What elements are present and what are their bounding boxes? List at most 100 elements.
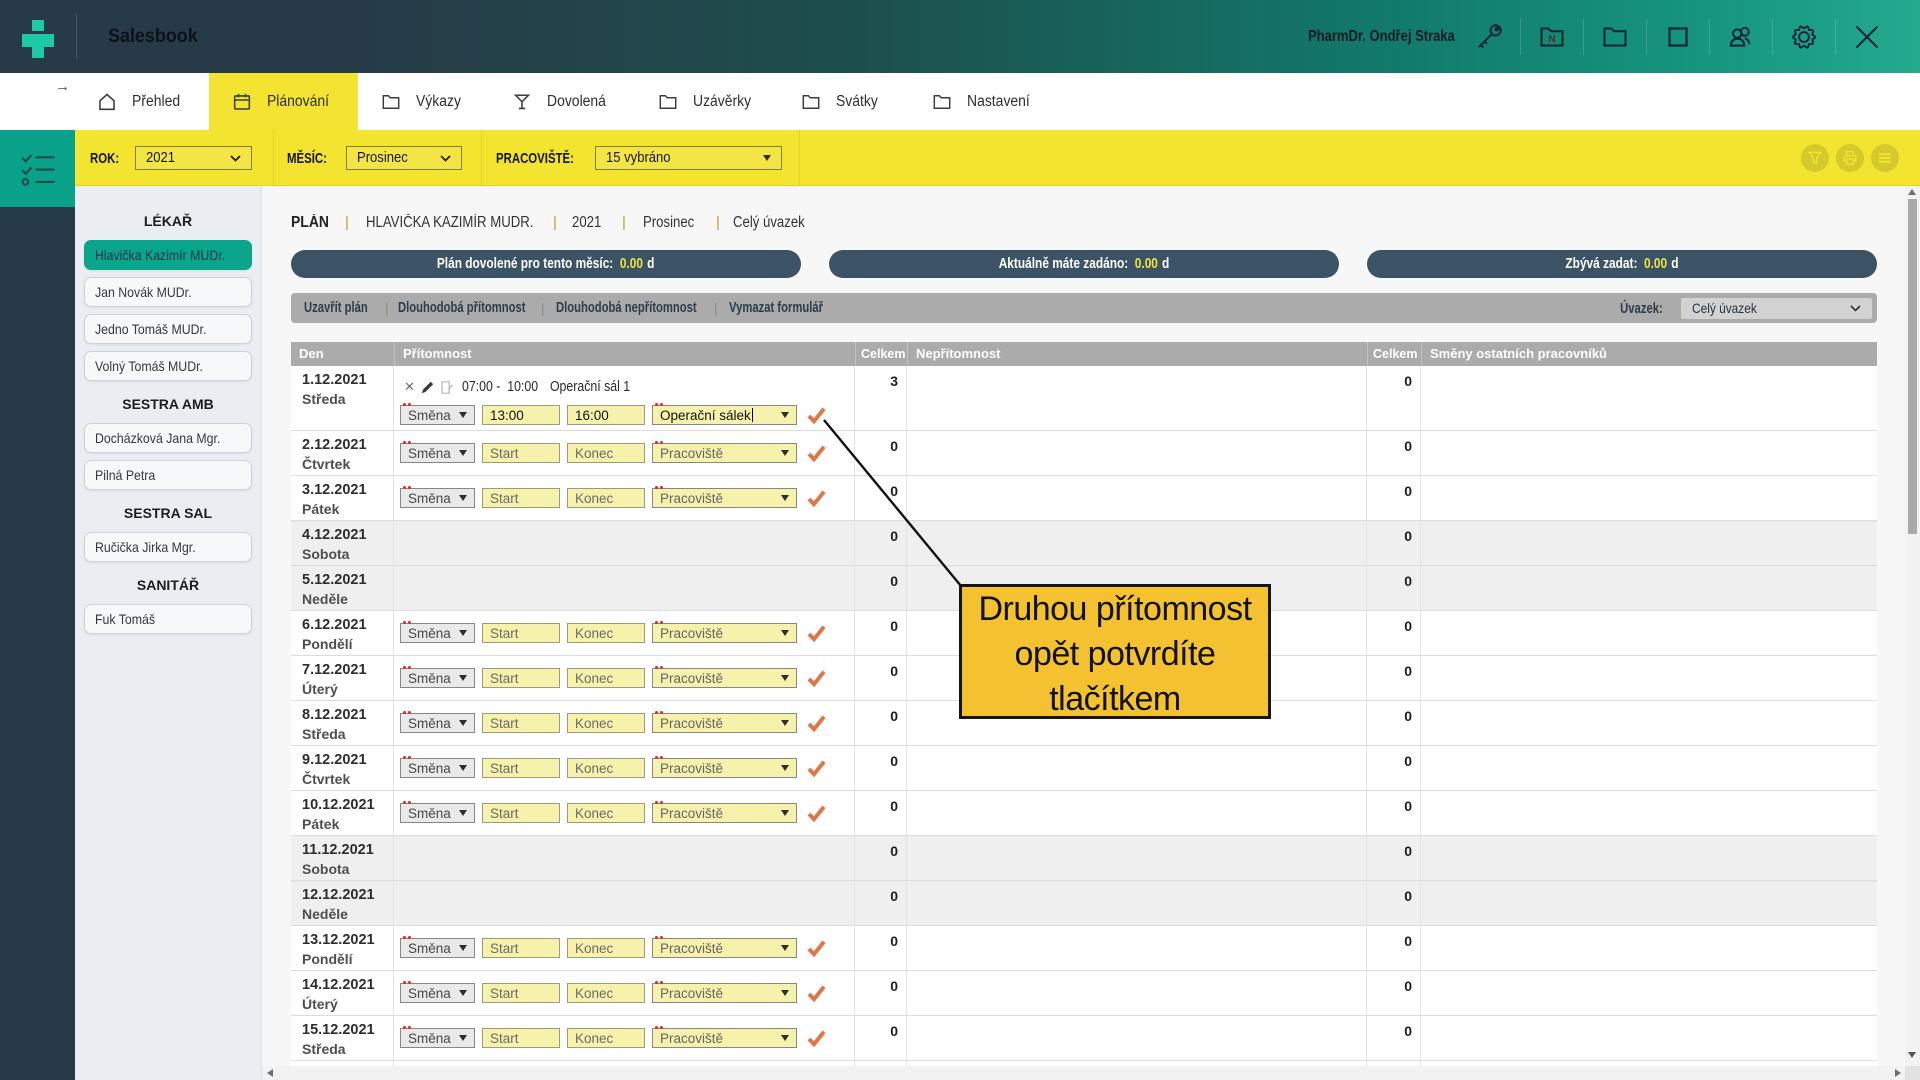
- tab-prehled[interactable]: Přehled: [80, 73, 201, 130]
- staff-item[interactable]: Jan Novák MUDr.: [84, 277, 252, 307]
- workplace-form-select[interactable]: Pracoviště: [652, 441, 797, 463]
- confirm-check-button[interactable]: [806, 624, 827, 643]
- delete-entry-icon[interactable]: ✕: [404, 377, 415, 397]
- workplace-form-select[interactable]: Pracoviště: [652, 666, 797, 688]
- shift-type-select[interactable]: Směna: [400, 666, 475, 688]
- end-time-input[interactable]: Konec: [567, 803, 645, 823]
- toolbar-action[interactable]: Dlouhodobá nepřítomnost: [556, 293, 697, 323]
- tab-svatky[interactable]: Svátky: [780, 73, 903, 130]
- workplace-form-select[interactable]: Pracoviště: [652, 801, 797, 823]
- end-time-input[interactable]: Konec: [567, 938, 645, 958]
- workplace-form-select[interactable]: Pracoviště: [652, 981, 797, 1003]
- end-time-input[interactable]: Konec: [567, 668, 645, 688]
- sidebar-toggle-button[interactable]: [0, 130, 75, 207]
- shift-type-select[interactable]: Směna: [400, 756, 475, 778]
- confirm-check-button[interactable]: [806, 444, 827, 463]
- folder-n-icon[interactable]: N: [1537, 22, 1567, 52]
- start-time-input[interactable]: Start: [482, 668, 560, 688]
- toolbar-action[interactable]: Dlouhodobá přítomnost: [398, 293, 525, 323]
- year-select[interactable]: 2021: [135, 146, 252, 170]
- key-icon[interactable]: [1474, 22, 1504, 52]
- horizontal-scrollbar[interactable]: [262, 1066, 1905, 1080]
- start-time-input[interactable]: Start: [482, 803, 560, 823]
- user-name[interactable]: PharmDr. Ondřej Straka: [1308, 28, 1455, 46]
- staff-item[interactable]: Jedno Tomáš MUDr.: [84, 314, 252, 344]
- folder-icon[interactable]: [1600, 22, 1630, 52]
- workplace-form-select[interactable]: Operační sálek: [652, 403, 797, 425]
- maximize-icon[interactable]: [1663, 22, 1693, 52]
- end-time-input[interactable]: Konec: [567, 623, 645, 643]
- breadcrumb-item[interactable]: Celý úvazek: [733, 214, 805, 232]
- workplace-form-select[interactable]: Pracoviště: [652, 486, 797, 508]
- start-time-input[interactable]: 13:00: [482, 405, 560, 425]
- start-time-input[interactable]: Start: [482, 938, 560, 958]
- staff-item[interactable]: Docházková Jana Mgr.: [84, 423, 252, 453]
- end-time-input[interactable]: Konec: [567, 488, 645, 508]
- confirm-check-button[interactable]: [806, 804, 827, 823]
- shift-type-select[interactable]: Směna: [400, 621, 475, 643]
- end-time-input[interactable]: Konec: [567, 443, 645, 463]
- shift-type-select[interactable]: Směna: [400, 441, 475, 463]
- vertical-scrollbar-thumb[interactable]: [1908, 199, 1917, 534]
- confirm-check-button[interactable]: [806, 489, 827, 508]
- staff-item[interactable]: Ručička Jirka Mgr.: [84, 532, 252, 562]
- end-time-input[interactable]: 16:00: [567, 405, 645, 425]
- confirm-check-button[interactable]: [806, 669, 827, 688]
- end-time-input[interactable]: Konec: [567, 713, 645, 733]
- workplace-form-select[interactable]: Pracoviště: [652, 936, 797, 958]
- toolbar-action[interactable]: Uzavřít plán: [304, 293, 368, 323]
- copy-entry-icon[interactable]: [439, 380, 454, 395]
- confirm-check-button[interactable]: [806, 984, 827, 1003]
- scroll-left-arrow-icon[interactable]: [267, 1069, 273, 1077]
- uvazek-select[interactable]: Celý úvazek: [1681, 297, 1872, 319]
- tab-dovolena[interactable]: Dovolená: [491, 73, 633, 130]
- start-time-input[interactable]: Start: [482, 713, 560, 733]
- scroll-up-arrow-icon[interactable]: [1908, 189, 1916, 195]
- workplace-form-select[interactable]: Pracoviště: [652, 1026, 797, 1048]
- shift-type-select[interactable]: Směna: [400, 801, 475, 823]
- shift-type-select[interactable]: Směna: [400, 936, 475, 958]
- tab-nastaveni[interactable]: Nastavení: [911, 73, 1057, 130]
- start-time-input[interactable]: Start: [482, 758, 560, 778]
- close-icon[interactable]: [1852, 22, 1882, 52]
- staff-item[interactable]: Volný Tomáš MUDr.: [84, 351, 252, 381]
- start-time-input[interactable]: Start: [482, 1028, 560, 1048]
- confirm-check-button[interactable]: [806, 406, 827, 425]
- end-time-input[interactable]: Konec: [567, 758, 645, 778]
- breadcrumb-item[interactable]: 2021: [572, 214, 601, 232]
- edit-entry-icon[interactable]: [421, 381, 434, 394]
- staff-item[interactable]: Pilná Petra: [84, 460, 252, 490]
- expand-sidebar-icon[interactable]: →: [55, 78, 70, 95]
- filter-button[interactable]: [1801, 144, 1829, 172]
- shift-type-select[interactable]: Směna: [400, 711, 475, 733]
- start-time-input[interactable]: Start: [482, 488, 560, 508]
- shift-type-select[interactable]: Směna: [400, 981, 475, 1003]
- workplace-form-select[interactable]: Pracoviště: [652, 711, 797, 733]
- vertical-scrollbar[interactable]: [1905, 186, 1920, 1066]
- confirm-check-button[interactable]: [806, 1029, 827, 1048]
- menu-button[interactable]: [1871, 144, 1899, 172]
- tab-vykazy[interactable]: Výkazy: [360, 73, 486, 130]
- workplace-select[interactable]: 15 vybráno: [595, 146, 782, 170]
- month-select[interactable]: Prosinec: [346, 146, 462, 170]
- workplace-form-select[interactable]: Pracoviště: [652, 756, 797, 778]
- breadcrumb-item[interactable]: Prosinec: [643, 214, 694, 232]
- start-time-input[interactable]: Start: [482, 623, 560, 643]
- workplace-form-select[interactable]: Pracoviště: [652, 621, 797, 643]
- start-time-input[interactable]: Start: [482, 443, 560, 463]
- toolbar-action[interactable]: Vymazat formulář: [729, 293, 823, 323]
- print-button[interactable]: [1836, 144, 1864, 172]
- staff-item[interactable]: Fuk Tomáš: [84, 604, 252, 634]
- users-icon[interactable]: [1726, 22, 1756, 52]
- confirm-check-button[interactable]: [806, 759, 827, 778]
- shift-type-select[interactable]: Směna: [400, 1026, 475, 1048]
- end-time-input[interactable]: Konec: [567, 1028, 645, 1048]
- app-logo[interactable]: [0, 0, 76, 73]
- end-time-input[interactable]: Konec: [567, 983, 645, 1003]
- shift-type-select[interactable]: Směna: [400, 403, 475, 425]
- tab-planovani[interactable]: Plánování: [209, 73, 358, 130]
- scroll-right-arrow-icon[interactable]: [1895, 1069, 1901, 1077]
- confirm-check-button[interactable]: [806, 939, 827, 958]
- staff-item[interactable]: Hlavička Kazimír MUDr.: [84, 240, 252, 270]
- breadcrumb-item[interactable]: HLAVIČKA KAZIMÍR MUDR.: [366, 214, 533, 232]
